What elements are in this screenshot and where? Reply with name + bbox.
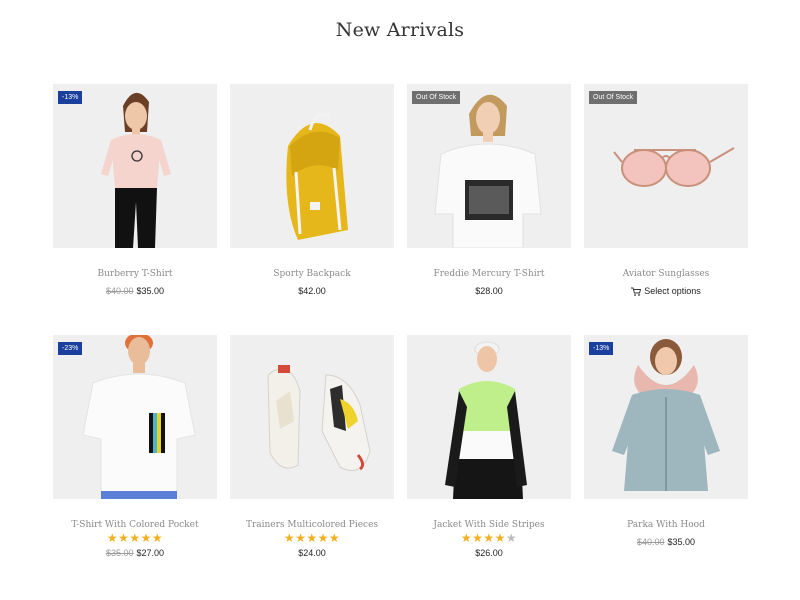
product-card[interactable]: Jacket With Side Stripes ★★★★★ $26.00	[407, 335, 571, 558]
discount-badge: -13%	[589, 342, 614, 355]
current-price: $35.00	[667, 537, 696, 547]
product-name[interactable]: Trainers Multicolored Pieces	[230, 520, 394, 530]
product-image[interactable]: -23%	[53, 335, 217, 499]
out-of-stock-badge: Out Of Stock	[589, 91, 638, 104]
product-card[interactable]: Sporty Backpack $42.00	[230, 84, 394, 296]
current-price: $26.00	[475, 548, 503, 558]
current-price: $28.00	[475, 286, 503, 296]
select-options-label: Select options	[644, 286, 701, 296]
product-card[interactable]: Trainers Multicolored Pieces ★★★★★ $24.0…	[230, 335, 394, 558]
old-price: $40.00	[636, 537, 665, 547]
cart-icon	[631, 287, 642, 296]
product-name[interactable]: T-Shirt With Colored Pocket	[53, 520, 217, 530]
product-name[interactable]: Parka With Hood	[584, 520, 748, 530]
product-price: $40.00 $35.00	[584, 537, 748, 547]
out-of-stock-badge: Out Of Stock	[412, 91, 461, 104]
woman-parka-image	[612, 339, 720, 491]
star-rating: ★★★★★	[460, 531, 518, 545]
product-name[interactable]: Aviator Sunglasses	[584, 269, 748, 279]
star-rating: ★★★★★	[106, 531, 164, 545]
product-price: $40.00 $35.00	[53, 286, 217, 296]
old-price: $35.00	[105, 548, 134, 558]
product-price: $28.00	[407, 286, 571, 296]
yellow-backpack-image	[286, 113, 348, 240]
current-price: $27.00	[136, 548, 165, 558]
sneakers-image	[267, 365, 371, 471]
product-card[interactable]: Out Of Stock Freddie Mercury T-Shirt $28…	[407, 84, 571, 296]
current-price: $35.00	[136, 286, 165, 296]
product-name[interactable]: Jacket With Side Stripes	[407, 520, 571, 530]
product-image[interactable]: Out Of Stock	[407, 84, 571, 248]
product-card[interactable]: -23% T-Shirt With Colored Pocket ★★★★★ $…	[53, 335, 217, 558]
product-image[interactable]: Out Of Stock	[584, 84, 748, 248]
product-name[interactable]: Freddie Mercury T-Shirt	[407, 269, 571, 279]
old-price: $40.00	[105, 286, 134, 296]
man-white-tshirt-image	[82, 335, 196, 499]
current-price: $42.00	[298, 286, 326, 296]
woman-pink-tshirt-image	[101, 92, 171, 248]
product-image[interactable]	[230, 335, 394, 499]
current-price: $24.00	[298, 548, 326, 558]
woman-white-tshirt-image	[434, 94, 542, 248]
product-card[interactable]: -13% Parka With Hood $40.00 $35.00	[584, 335, 748, 547]
discount-badge: -13%	[58, 91, 83, 104]
star-rating: ★★★★★	[283, 531, 341, 545]
product-image[interactable]: -13%	[584, 335, 748, 499]
product-price: $26.00	[407, 548, 571, 558]
select-options-button[interactable]: Select options	[584, 286, 748, 296]
product-image[interactable]: -13%	[53, 84, 217, 248]
product-image[interactable]	[407, 335, 571, 499]
section-title: New Arrivals	[335, 19, 465, 41]
product-name[interactable]: Burberry T-Shirt	[53, 269, 217, 279]
product-card[interactable]: Out Of Stock Aviator Sunglasses Select o…	[584, 84, 748, 296]
product-image[interactable]	[230, 84, 394, 248]
product-card[interactable]: -13% Burberry T-Shirt $40.00 $35.00	[53, 84, 217, 296]
product-price: $42.00	[230, 286, 394, 296]
product-price: $35.00 $27.00	[53, 548, 217, 558]
product-price: $24.00	[230, 548, 394, 558]
product-name[interactable]: Sporty Backpack	[230, 269, 394, 279]
discount-badge: -23%	[58, 342, 83, 355]
sunglasses-image	[613, 147, 735, 187]
man-jacket-image	[445, 341, 527, 499]
